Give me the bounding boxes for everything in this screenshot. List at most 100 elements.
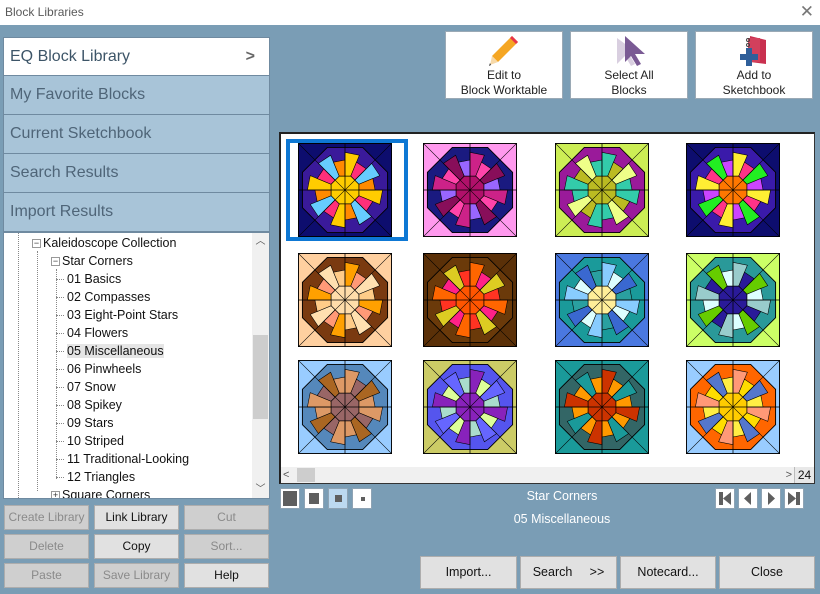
scroll-thumb[interactable] — [297, 468, 315, 482]
paste-button[interactable]: Paste — [4, 563, 89, 588]
link-library-button[interactable]: Link Library — [94, 505, 179, 530]
next-page-button[interactable] — [761, 488, 781, 509]
next-page-icon — [768, 492, 775, 505]
edit-to-worktable-button[interactable]: Edit to Block Worktable — [445, 31, 563, 99]
library-my-favorite-blocks[interactable]: My Favorite Blocks — [3, 76, 270, 115]
block-thumbnail[interactable] — [555, 143, 649, 237]
tree-label: 09 Stars — [67, 416, 114, 430]
close-icon[interactable]: ✕ — [800, 2, 814, 22]
scroll-down-icon[interactable]: ﹀ — [252, 481, 269, 498]
tree-item[interactable]: 06 Pinwheels — [56, 360, 141, 378]
size-small-button[interactable] — [328, 488, 348, 509]
block-grid: < > 24 — [279, 132, 815, 484]
sort-button[interactable]: Sort... — [184, 534, 269, 559]
select-all-blocks-button[interactable]: Select All Blocks — [570, 31, 688, 99]
button-label: Sketchbook — [722, 83, 786, 97]
tree-label: Square Corners — [62, 488, 151, 499]
tree-connector — [56, 315, 64, 317]
collapse-icon[interactable]: − — [32, 239, 41, 249]
block-thumbnail[interactable] — [686, 143, 780, 237]
square-icon — [309, 493, 319, 504]
help-button[interactable]: Help — [184, 563, 269, 588]
block-thumbnail[interactable] — [555, 253, 649, 347]
block-image — [298, 360, 392, 454]
scroll-up-icon[interactable]: ︿ — [252, 233, 269, 250]
copy-button[interactable]: Copy — [94, 534, 179, 559]
tree-item[interactable]: 03 Eight-Point Stars — [56, 306, 178, 324]
tree-guide-line — [37, 251, 38, 491]
tree-item[interactable]: 04 Flowers — [56, 324, 128, 342]
tree-connector — [56, 441, 64, 443]
cursor-icon — [617, 36, 645, 66]
library-search-results[interactable]: Search Results — [3, 154, 270, 193]
scroll-thumb[interactable] — [253, 335, 268, 419]
tree-label: 02 Compasses — [67, 290, 151, 304]
button-label: Edit to — [486, 68, 522, 82]
block-thumbnail[interactable] — [423, 143, 517, 237]
tree-item[interactable]: 10 Striped — [56, 432, 124, 450]
block-thumbnail[interactable] — [423, 360, 517, 454]
tree-item[interactable]: 08 Spikey — [56, 396, 122, 414]
notecard-button[interactable]: Notecard... — [620, 556, 716, 589]
square-icon — [283, 491, 297, 506]
tree-item[interactable]: 01 Basics — [56, 270, 121, 288]
tree-item[interactable]: 09 Stars — [56, 414, 114, 432]
tree-item[interactable]: 12 Triangles — [56, 468, 135, 486]
scroll-right-icon[interactable]: > — [786, 467, 792, 483]
library-eq-block-library[interactable]: EQ Block Library > — [3, 37, 270, 76]
block-image — [555, 360, 649, 454]
library-current-sketchbook[interactable]: Current Sketchbook — [3, 115, 270, 154]
block-thumbnail[interactable] — [555, 360, 649, 454]
tree-item[interactable]: 05 Miscellaneous — [56, 342, 164, 360]
tree-label: 01 Basics — [67, 272, 122, 286]
expand-icon[interactable]: + — [51, 491, 60, 498]
block-thumbnail[interactable] — [686, 360, 780, 454]
tree-item[interactable]: 11 Traditional-Looking — [56, 450, 189, 468]
save-library-button[interactable]: Save Library — [94, 563, 179, 588]
block-image — [555, 143, 649, 237]
library-label: Current Sketchbook — [10, 125, 152, 142]
first-page-button[interactable] — [715, 488, 735, 509]
tree-label: 10 Striped — [67, 434, 124, 448]
create-library-button[interactable]: Create Library — [4, 505, 89, 530]
tree-label: 06 Pinwheels — [67, 362, 142, 376]
prev-page-button[interactable] — [738, 488, 758, 509]
size-tiny-button[interactable] — [352, 488, 372, 509]
scroll-left-icon[interactable]: < — [283, 467, 289, 483]
tree-connector — [56, 333, 64, 335]
block-image — [686, 143, 780, 237]
horizontal-scrollbar[interactable]: < > 24 — [281, 467, 814, 483]
prev-page-icon — [744, 492, 751, 505]
tree-label: 11 Traditional-Looking — [67, 452, 190, 466]
size-large-button[interactable] — [280, 488, 300, 509]
tree-connector — [56, 387, 64, 389]
square-icon — [335, 495, 342, 502]
collapse-icon[interactable]: − — [51, 257, 60, 267]
block-thumbnail[interactable] — [686, 253, 780, 347]
tree-item[interactable]: 02 Compasses — [56, 288, 150, 306]
search-button[interactable]: Search >> — [520, 556, 617, 589]
tree-item[interactable]: 07 Snow — [56, 378, 116, 396]
tree-label: 07 Snow — [67, 380, 116, 394]
tree-scrollbar[interactable]: ︿ ﹀ — [252, 233, 269, 498]
block-thumbnail[interactable] — [298, 360, 392, 454]
tree-node-next-group[interactable]: + Square Corners — [51, 486, 151, 499]
library-label: My Favorite Blocks — [10, 86, 146, 103]
delete-button[interactable]: Delete — [4, 534, 89, 559]
title-bar: Block Libraries ✕ — [0, 0, 820, 25]
close-button[interactable]: Close — [719, 556, 815, 589]
add-to-sketchbook-button[interactable]: Add to Sketchbook — [695, 31, 813, 99]
cut-button[interactable]: Cut — [184, 505, 269, 530]
tree-node-group[interactable]: − Star Corners — [51, 252, 133, 270]
size-medium-button[interactable] — [304, 488, 324, 509]
tree-label: Star Corners — [62, 254, 133, 268]
last-page-button[interactable] — [784, 488, 804, 509]
block-thumbnail[interactable] — [298, 253, 392, 347]
library-label: Search Results — [10, 164, 119, 181]
block-image — [298, 253, 392, 347]
tree-node-collection[interactable]: − Kaleidoscope Collection — [32, 234, 176, 252]
block-thumbnail[interactable] — [423, 253, 517, 347]
library-import-results[interactable]: Import Results — [3, 193, 270, 232]
tree-connector — [56, 351, 64, 353]
import-button[interactable]: Import... — [420, 556, 517, 589]
